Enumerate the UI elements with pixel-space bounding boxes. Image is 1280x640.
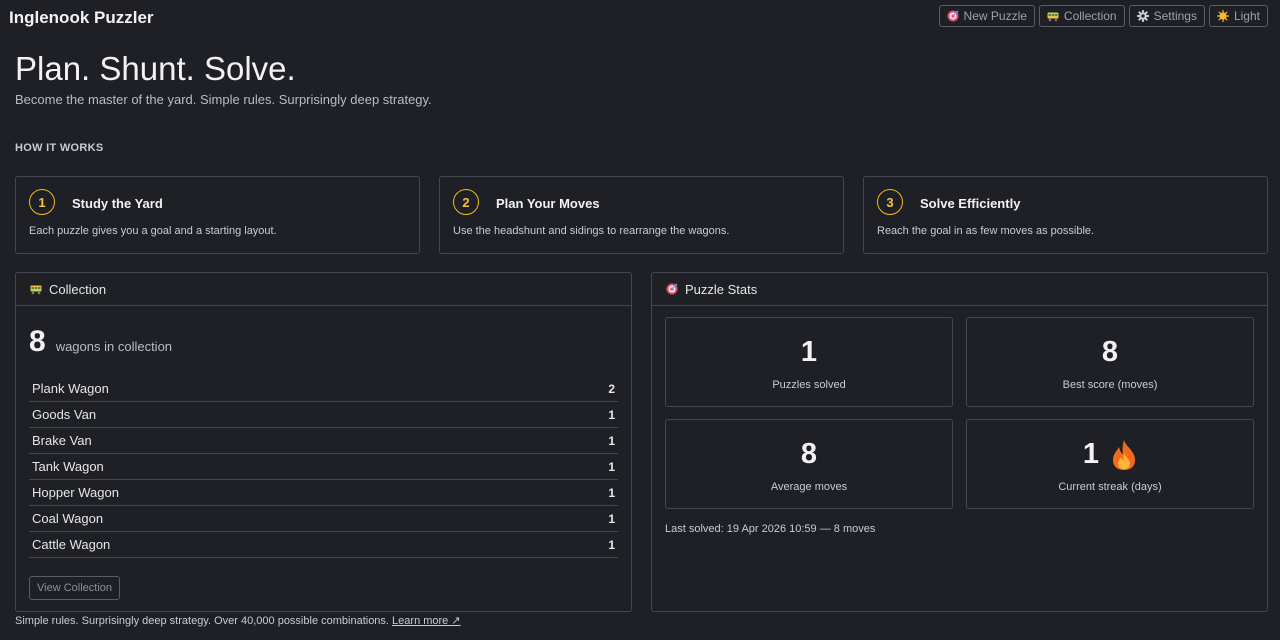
top-nav: New Puzzle Collection Settings Light [938, 5, 1268, 27]
list-item: Coal Wagon 1 [29, 506, 618, 532]
wagon-list: Plank Wagon 2 Goods Van 1 Brake Van 1 Ta… [29, 376, 618, 558]
wagon-count-label: wagons in collection [55, 339, 173, 354]
settings-label: Settings [1153, 9, 1197, 23]
wagon-quantity: 1 [608, 485, 615, 500]
stats-panel: Puzzle Stats 1 Puzzles solved 8 Best sco… [651, 272, 1268, 612]
stat-label: Best score (moves) [1062, 379, 1158, 391]
step-card-1: 1 Study the Yard Each puzzle gives you a… [15, 176, 420, 254]
stat-value: 8 [800, 438, 818, 470]
stat-label: Current streak (days) [1058, 481, 1162, 493]
new-puzzle-button[interactable]: New Puzzle [938, 5, 1035, 27]
step-number-1: 1 [29, 189, 55, 215]
wagon-name: Brake Van [32, 433, 92, 448]
wagon-quantity: 1 [608, 459, 615, 474]
wagon-icon [1047, 10, 1059, 22]
wagon-quantity: 1 [608, 433, 615, 448]
stat-puzzles-solved: 1 Puzzles solved [665, 317, 953, 407]
gear-icon [1137, 10, 1149, 22]
list-item: Hopper Wagon 1 [29, 480, 618, 506]
footer: Simple rules. Surprisingly deep strategy… [15, 614, 461, 627]
collection-nav-label: Collection [1063, 9, 1117, 23]
wagon-icon [30, 283, 42, 295]
stat-label: Puzzles solved [772, 379, 846, 391]
step-title-1: Study the Yard [72, 196, 163, 211]
stats-panel-title: Puzzle Stats [685, 281, 758, 297]
wagon-count-number: 8 [29, 325, 46, 358]
hero-title: Plan. Shunt. Solve. [15, 50, 296, 87]
wagon-quantity: 1 [608, 537, 615, 552]
stat-average-moves: 8 Average moves [665, 419, 953, 509]
wagon-name: Plank Wagon [32, 381, 109, 396]
wagon-quantity: 2 [608, 381, 615, 396]
stat-best-score: 8 Best score (moves) [966, 317, 1254, 407]
collection-panel-header: Collection [16, 273, 631, 306]
stat-streak-row: 1 [967, 438, 1253, 471]
list-item: Brake Van 1 [29, 428, 618, 454]
theme-toggle-button[interactable]: Light [1208, 5, 1268, 27]
collection-nav-button[interactable]: Collection [1038, 5, 1125, 27]
stat-current-streak: 1 Current streak (days) [966, 419, 1254, 509]
last-solved-text: Last solved: 19 Apr 2026 10:59 — 8 moves [665, 523, 876, 535]
wagon-name: Cattle Wagon [32, 537, 111, 552]
settings-button[interactable]: Settings [1128, 5, 1205, 27]
fire-icon [1113, 439, 1136, 470]
wagon-name: Hopper Wagon [32, 485, 119, 500]
step-number-3: 3 [877, 189, 903, 215]
step-number-2: 2 [453, 189, 479, 215]
app-title[interactable]: Inglenook Puzzler [9, 8, 154, 28]
stat-value: 1 [1082, 438, 1100, 470]
step-desc-1: Each puzzle gives you a goal and a start… [29, 225, 277, 237]
list-item: Goods Van 1 [29, 402, 618, 428]
hero-subtitle: Become the master of the yard. Simple ru… [15, 92, 432, 107]
wagon-name: Tank Wagon [32, 459, 104, 474]
learn-more-link[interactable]: Learn more ↗ [392, 615, 461, 627]
collection-panel-title: Collection [49, 281, 107, 297]
theme-toggle-label: Light [1233, 9, 1260, 23]
top-bar: Inglenook Puzzler New Puzzle Collection … [0, 0, 1280, 36]
wagon-quantity: 1 [608, 407, 615, 422]
step-title-3: Solve Efficiently [920, 196, 1021, 211]
wagon-name: Goods Van [32, 407, 97, 422]
new-puzzle-label: New Puzzle [963, 9, 1027, 23]
step-title-2: Plan Your Moves [496, 196, 600, 211]
collection-panel: Collection 8 wagons in collection Plank … [15, 272, 632, 612]
wagon-name: Coal Wagon [32, 511, 104, 526]
step-desc-2: Use the headshunt and sidings to rearran… [453, 225, 730, 237]
list-item: Tank Wagon 1 [29, 454, 618, 480]
target-icon [947, 10, 959, 22]
footer-text: Simple rules. Surprisingly deep strategy… [15, 615, 389, 627]
how-it-works-label: HOW IT WORKS [15, 142, 104, 154]
step-card-3: 3 Solve Efficiently Reach the goal in as… [863, 176, 1268, 254]
target-icon [666, 283, 678, 295]
step-card-2: 2 Plan Your Moves Use the headshunt and … [439, 176, 844, 254]
view-collection-button[interactable]: View Collection [29, 576, 121, 600]
stat-label: Average moves [770, 481, 848, 493]
list-item: Cattle Wagon 1 [29, 532, 618, 558]
stat-value: 8 [1101, 336, 1119, 368]
step-desc-3: Reach the goal in as few moves as possib… [877, 225, 1095, 237]
wagon-quantity: 1 [608, 511, 615, 526]
wagon-count: 8 wagons in collection [29, 325, 172, 359]
sun-icon [1217, 10, 1229, 22]
list-item: Plank Wagon 2 [29, 376, 618, 402]
stats-panel-header: Puzzle Stats [652, 273, 1267, 306]
stat-value: 1 [800, 336, 818, 368]
